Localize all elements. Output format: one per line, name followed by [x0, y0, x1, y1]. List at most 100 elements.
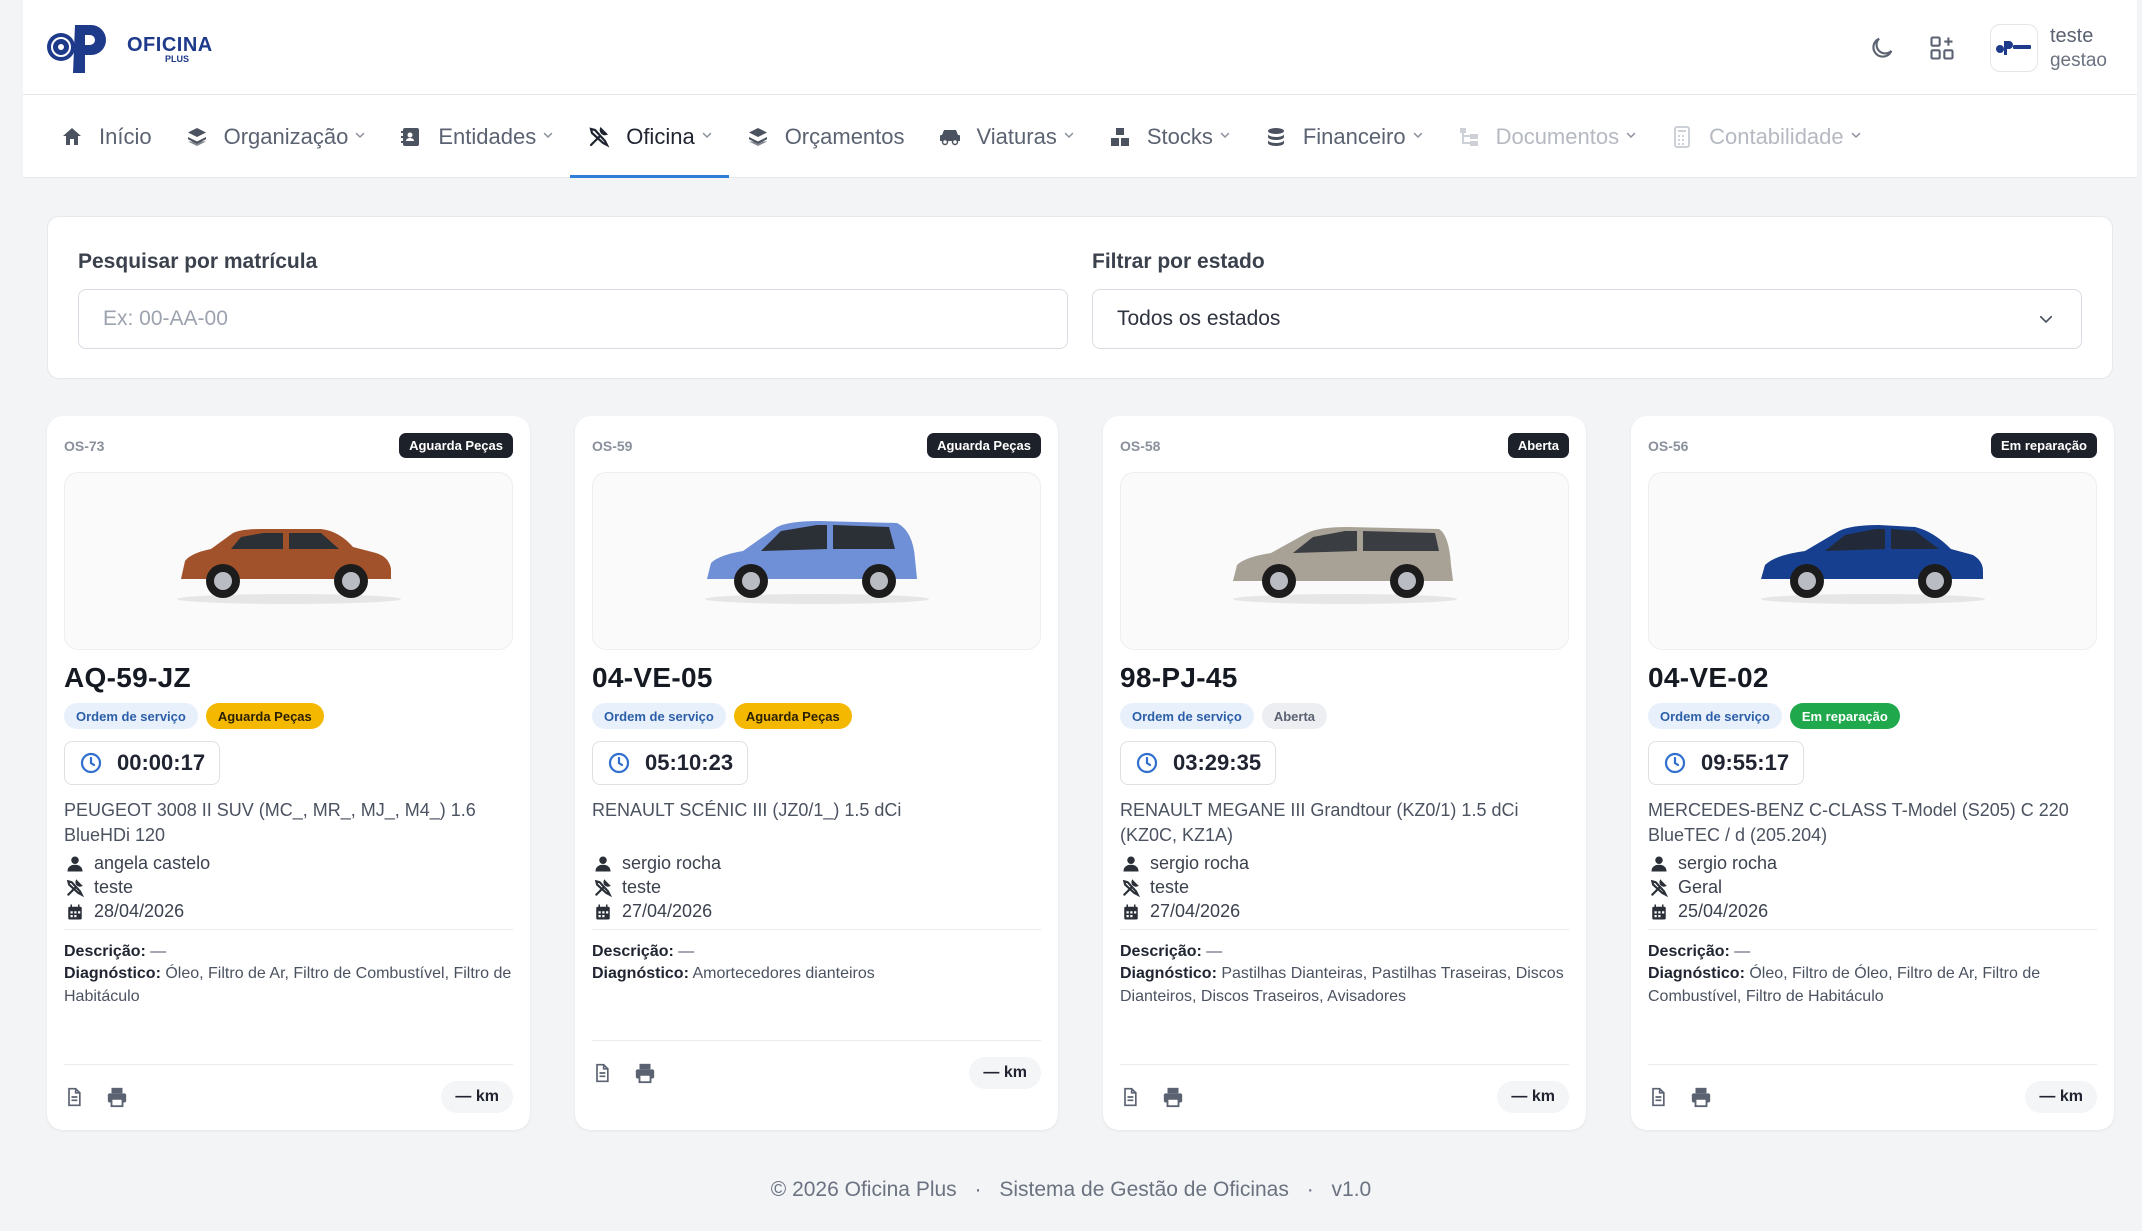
- badge-row: Ordem de serviço Aberta: [1120, 703, 1328, 729]
- document-icon[interactable]: [64, 1086, 84, 1113]
- timer-value: 05:10:23: [645, 750, 734, 775]
- footer-system: Sistema de Gestão de Oficinas: [999, 1178, 1289, 1201]
- car-icon: [937, 124, 963, 150]
- nav-item-oficina[interactable]: Oficina: [570, 96, 730, 178]
- clock-icon: [607, 751, 631, 775]
- divider: [1648, 1064, 2097, 1065]
- nav-item-label: Documentos: [1495, 123, 1620, 149]
- footer: © 2026 Oficina Plus · Sistema de Gestão …: [0, 1178, 2142, 1202]
- description-label: Descrição:: [1648, 943, 1730, 960]
- mechanic-name: teste: [94, 877, 134, 897]
- vehicle-model: RENAULT MEGANE III Grandtour (KZ0/1) 1.5…: [1120, 800, 1519, 845]
- nav-item-label: Organização: [223, 123, 349, 149]
- vehicle-image: [1648, 472, 2097, 650]
- tools-icon: [64, 878, 86, 898]
- vehicle-image: [64, 472, 513, 650]
- order-date: 27/04/2026: [622, 901, 713, 921]
- status-badge: Aguarda Peças: [399, 433, 513, 458]
- order-card[interactable]: OS-73 Aguarda Peças AQ-59-JZ Ordem de servi…: [47, 416, 530, 1130]
- nav-item-entidades[interactable]: Entidades: [382, 96, 570, 177]
- license-plate[interactable]: AQ-59-JZ: [64, 662, 191, 694]
- print-icon[interactable]: [106, 1086, 128, 1113]
- card-actions: [1120, 1086, 1184, 1113]
- work-timer: 05:10:23: [592, 741, 749, 785]
- document-icon[interactable]: [592, 1062, 612, 1089]
- state-badge: Aguarda Peças: [205, 703, 324, 729]
- footer-dot: ·: [1306, 1178, 1314, 1201]
- description-label: Descrição:: [592, 943, 674, 960]
- nav-item-orcamentos[interactable]: Orçamentos: [729, 96, 921, 177]
- print-icon[interactable]: [1690, 1086, 1712, 1113]
- order-date-row: 25/04/2026: [1648, 901, 1768, 922]
- layers-icon: [184, 124, 210, 150]
- order-card[interactable]: OS-56 Em reparação 04-VE-02 Ordem de serviç…: [1631, 416, 2114, 1130]
- car-image-icon: [1220, 509, 1470, 614]
- description-value: —: [1734, 943, 1751, 960]
- status-badge: Aberta: [1507, 433, 1569, 458]
- user-icon: [1120, 855, 1142, 873]
- type-badge: Ordem de serviço: [1120, 703, 1254, 729]
- client-name: sergio rocha: [1150, 853, 1250, 873]
- timer-value: 03:29:35: [1173, 750, 1262, 775]
- divider: [592, 1040, 1041, 1041]
- state-filter-label: Filtrar por estado: [1092, 250, 1265, 273]
- timer-value: 09:55:17: [1701, 750, 1790, 775]
- divider: [592, 929, 1041, 930]
- document-icon[interactable]: [1120, 1086, 1140, 1113]
- calendar-icon: [592, 903, 614, 921]
- nav-item-organizacao[interactable]: Organização: [168, 96, 383, 177]
- grid-add-icon[interactable]: [1912, 18, 1972, 78]
- nav-item-inicio[interactable]: Início: [43, 96, 168, 177]
- order-card[interactable]: OS-58 Aberta 98-PJ-45 Ordem de serviço Abert…: [1103, 416, 1586, 1130]
- tools-icon: [586, 124, 612, 150]
- user-menu[interactable]: teste gestao: [1989, 23, 2107, 74]
- avatar: [1989, 24, 2038, 72]
- mechanic-name-row: Geral: [1648, 877, 1722, 898]
- order-date-row: 27/04/2026: [1120, 901, 1240, 922]
- chevron-down-icon: [2037, 310, 2055, 334]
- license-plate[interactable]: 98-PJ-45: [1120, 662, 1238, 694]
- divider: [64, 929, 513, 930]
- nav-item-label: Oficina: [626, 123, 695, 149]
- nav-item-contabilidade[interactable]: Contabilidade: [1653, 96, 1878, 177]
- badge-row: Ordem de serviço Aguarda Peças: [64, 703, 324, 729]
- footer-dot: ·: [974, 1178, 982, 1201]
- chevron-down-icon: [1625, 129, 1637, 144]
- chevron-down-icon: [542, 129, 554, 144]
- mechanic-name: Geral: [1678, 877, 1723, 897]
- brand-logo[interactable]: OFICINA PLUS: [45, 20, 235, 78]
- state-filter-select[interactable]: Todos os estados: [1092, 289, 2082, 349]
- nav-item-viaturas[interactable]: Viaturas: [921, 96, 1091, 177]
- car-image-icon: [692, 509, 942, 614]
- brand-name: OFICINA: [127, 33, 213, 56]
- divider: [64, 1064, 513, 1065]
- nav-item-financeiro[interactable]: Financeiro: [1247, 96, 1440, 177]
- moon-icon[interactable]: [1852, 18, 1912, 78]
- print-icon[interactable]: [1162, 1086, 1184, 1113]
- diagnosis: Diagnóstico: Pastilhas Dianteiras, Pasti…: [1120, 962, 1569, 1008]
- diagnosis-label: Diagnóstico:: [592, 965, 689, 982]
- order-card[interactable]: OS-59 Aguarda Peças 04-VE-05 Ordem de servi…: [575, 416, 1058, 1130]
- footer-version: v1.0: [1331, 1178, 1372, 1201]
- client-name-row: sergio rocha: [592, 853, 721, 874]
- description-value: —: [678, 943, 695, 960]
- nav-item-label: Viaturas: [976, 123, 1057, 149]
- mileage-badge: — km: [441, 1081, 513, 1113]
- nav-item-documentos[interactable]: Documentos: [1440, 96, 1654, 177]
- document-icon[interactable]: [1648, 1086, 1668, 1113]
- license-plate[interactable]: 04-VE-02: [1648, 662, 1769, 694]
- description-label: Descrição:: [64, 943, 146, 960]
- print-icon[interactable]: [634, 1062, 656, 1089]
- nav-item-stocks[interactable]: Stocks: [1091, 96, 1247, 177]
- license-plate[interactable]: 04-VE-05: [592, 662, 713, 694]
- nav-item-label: Início: [99, 123, 152, 149]
- diagnosis-label: Diagnóstico:: [1648, 965, 1745, 982]
- mileage-badge: — km: [1497, 1081, 1569, 1113]
- plate-search-input[interactable]: Ex: 00-AA-00: [78, 289, 1068, 349]
- divider: [1648, 929, 2097, 930]
- filters-panel: Pesquisar por matrícula Ex: 00-AA-00 Fil…: [47, 216, 2113, 379]
- clock-icon: [1663, 751, 1687, 775]
- client-name-row: angela castelo: [64, 853, 210, 874]
- vehicle-model: RENAULT SCÉNIC III (JZ0/1_) 1.5 dCi: [592, 800, 902, 820]
- state-filter-value: Todos os estados: [1117, 307, 1281, 330]
